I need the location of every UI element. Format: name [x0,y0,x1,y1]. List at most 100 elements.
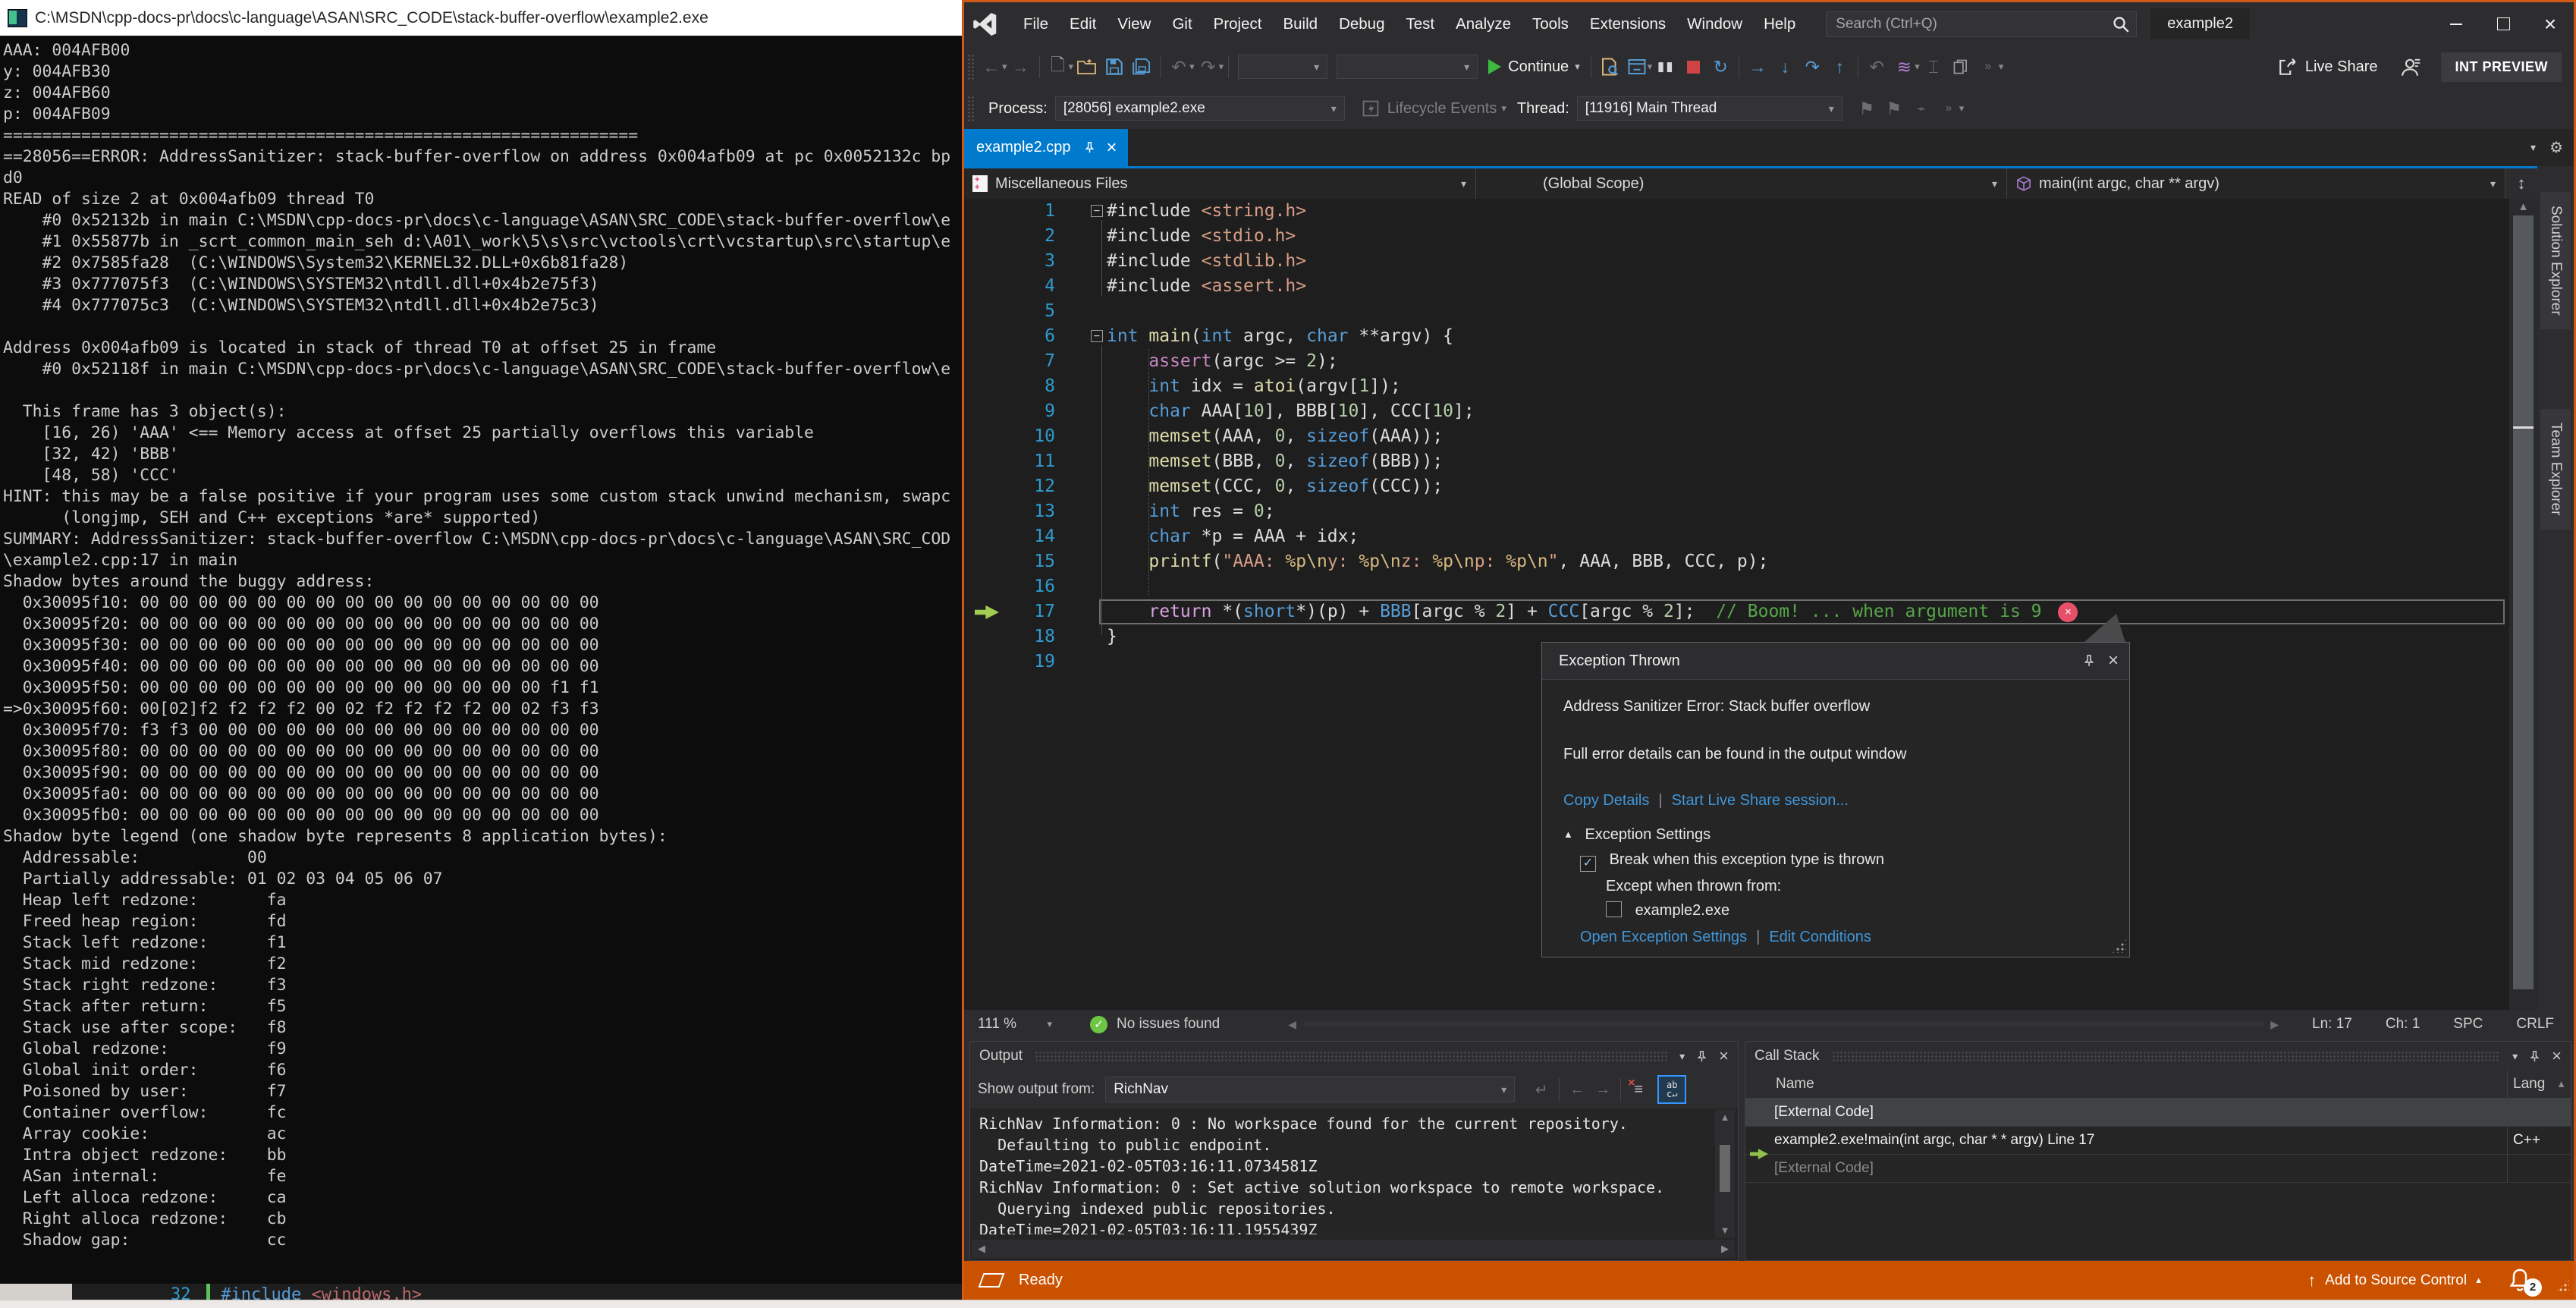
scroll-right-icon[interactable]: ▶ [1721,1243,1729,1255]
scroll-down-icon[interactable]: ▼ [1715,1225,1735,1236]
scroll-up-icon[interactable]: ▲ [1715,1111,1735,1123]
lifecycle-events-icon[interactable] [1357,95,1384,122]
next-message-icon[interactable]: → [1590,1077,1616,1102]
start-live-share-link[interactable]: Start Live Share session... [1672,792,1849,809]
menu-debug[interactable]: Debug [1328,2,1395,46]
window-position-dropdown-icon[interactable]: ▾ [2512,1050,2518,1063]
navigate-back-button[interactable]: ← [978,53,1005,80]
project-dropdown[interactable]: Miscellaneous Files ▾ [964,168,1476,199]
panel-drag-handle[interactable] [1831,1051,2501,1061]
close-button[interactable]: × [2527,2,2574,46]
solution-configurations-dropdown[interactable]: ▾ [1238,55,1328,79]
code-line-13[interactable]: 13 int res = 0; [964,499,2509,524]
editor-vertical-scrollbar[interactable]: ▲ [2509,199,2537,1011]
break-checkbox[interactable]: ✓ [1580,856,1596,872]
issues-label[interactable]: No issues found [1117,1016,1220,1033]
horizontal-scrollbar[interactable] [1304,1021,2263,1027]
menu-window[interactable]: Window [1676,2,1753,46]
glyph-margin[interactable] [964,199,1017,224]
restart-button[interactable]: ↻ [1707,53,1734,80]
space-indicator[interactable]: SPC [2453,1016,2483,1033]
code-line-5[interactable]: 5 [964,299,2509,324]
scroll-right-icon[interactable]: ▶ [2270,1018,2279,1031]
glyph-margin[interactable] [964,374,1017,399]
navigate-forward-button[interactable]: → [1007,53,1035,80]
toolbar-overflow-button[interactable]: » [1974,53,2002,80]
close-icon[interactable]: × [1719,1046,1729,1066]
tab-solution-explorer[interactable]: Solution Explorer [2540,192,2571,329]
add-to-source-control-button[interactable]: Add to Source Control [2325,1272,2467,1289]
document-health-icon[interactable]: ✓ [1090,1015,1107,1033]
call-stack-titlebar[interactable]: Call Stack ▾ × [1745,1042,2571,1071]
call-stack-row-2[interactable]: [External Code] [1745,1155,2571,1183]
pin-icon[interactable] [2082,654,2096,668]
window-position-dropdown-icon[interactable]: ▾ [1679,1050,1685,1063]
pin-icon[interactable] [1083,141,1096,154]
scroll-up-icon[interactable]: ▲ [2509,200,2537,213]
menu-extensions[interactable]: Extensions [1579,2,1676,46]
code-line-15[interactable]: 15 printf("AAA: %p\ny: %p\nz: %p\np: %p\… [964,549,2509,574]
fold-collapse-icon[interactable]: − [1091,205,1103,217]
open-exception-settings-link[interactable]: Open Exception Settings [1580,929,1747,945]
close-icon[interactable]: × [2552,1046,2562,1066]
word-wrap-toggle[interactable]: ab c↵ [1657,1075,1687,1104]
output-content[interactable]: RichNav Information: 0 : No workspace fo… [979,1113,1707,1234]
glyph-margin[interactable] [964,224,1017,249]
glyph-margin[interactable] [964,499,1017,524]
glyph-margin[interactable] [964,299,1017,324]
member-dropdown[interactable]: main(int argc, char ** argv) ▾ [2007,168,2505,199]
output-vertical-scrollbar[interactable]: ▲ ▼ [1715,1110,1735,1237]
toolbar-overflow-button[interactable]: » [1935,95,1962,122]
toolbar-grip[interactable] [967,54,975,80]
tab-options-gear-icon[interactable]: ⚙ [2549,138,2563,157]
stop-debugging-button[interactable] [1679,53,1707,80]
notifications-button[interactable]: 2 [2508,1268,2542,1297]
open-folder-button[interactable] [1073,53,1101,80]
live-share-button[interactable]: Live Share [2278,57,2377,77]
menu-edit[interactable]: Edit [1059,2,1107,46]
glyph-margin[interactable] [964,399,1017,424]
output-horizontal-scrollbar[interactable]: ◀ ▶ [972,1240,1735,1258]
code-line-12[interactable]: 12 memset(CCC, 0, sizeof(CCC)); [964,474,2509,499]
new-file-button[interactable]: 🗋 [1045,53,1072,80]
menu-build[interactable]: Build [1272,2,1328,46]
active-files-dropdown-icon[interactable]: ▾ [2530,141,2536,154]
glyph-margin[interactable] [964,249,1017,274]
caret-column-button[interactable]: ⌶ [1920,53,1947,80]
save-all-button[interactable] [1128,53,1155,80]
resize-grip[interactable] [2111,938,2126,953]
clear-all-icon[interactable]: ≡ × [1626,1077,1651,1102]
copy-documents-button[interactable] [1947,53,1974,80]
flag-threads-button[interactable]: ⚑ [1853,95,1880,122]
zoom-dropdown[interactable]: 111 % ▾ [970,1012,1060,1036]
line-indicator[interactable]: Ln: 17 [2312,1016,2352,1033]
code-line-10[interactable]: 10 memset(AAA, 0, sizeof(AAA)); [964,424,2509,449]
exception-popup-titlebar[interactable]: Exception Thrown × [1542,643,2129,680]
code-line-1[interactable]: 1 − #include <string.h> [964,199,2509,224]
menu-test[interactable]: Test [1395,2,1445,46]
glyph-margin[interactable] [964,599,1017,624]
toolbar-grip[interactable] [967,96,975,121]
code-line-11[interactable]: 11 memset(BBB, 0, sizeof(BBB)); [964,449,2509,474]
save-button[interactable] [1101,53,1128,80]
maximize-button[interactable] [2480,2,2527,46]
output-panel-titlebar[interactable]: Output ▾ × [970,1042,1738,1071]
exception-error-icon[interactable]: × [2058,602,2078,622]
scope-dropdown[interactable]: (Global Scope) ▾ [1476,168,2007,199]
pin-icon[interactable] [1695,1050,1708,1063]
step-over-button[interactable]: ↷ [1798,53,1826,80]
scroll-left-icon[interactable]: ◀ [1288,1018,1296,1031]
undo-navigation-button[interactable]: ↶ [1863,53,1890,80]
glyph-margin[interactable] [964,524,1017,549]
edit-conditions-link[interactable]: Edit Conditions [1769,929,1871,945]
glyph-margin[interactable] [964,474,1017,499]
show-next-statement-button[interactable]: → [1744,53,1771,80]
menu-project[interactable]: Project [1203,2,1273,46]
code-line-8[interactable]: 8 int idx = atoi(argv[1]); [964,374,2509,399]
flag-icon[interactable]: ⚑ [1880,95,1908,122]
minimize-button[interactable] [2433,2,2480,46]
console-titlebar[interactable]: C:\MSDN\cpp-docs-pr\docs\c-language\ASAN… [0,0,962,36]
menu-analyze[interactable]: Analyze [1445,2,1522,46]
code-line-6[interactable]: 6 − int main(int argc, char **argv) { [964,324,2509,349]
scrollbar-thumb[interactable] [1720,1145,1730,1192]
